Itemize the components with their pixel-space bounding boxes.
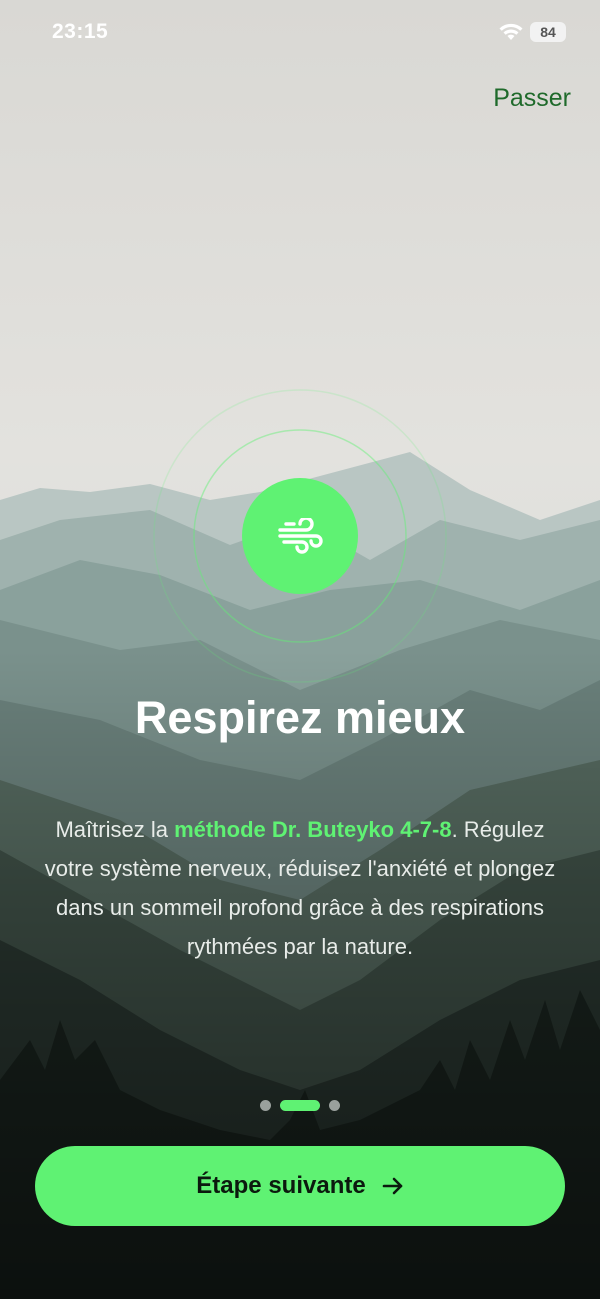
page-dot-2-active — [280, 1099, 320, 1111]
arrow-right-icon — [382, 1177, 403, 1195]
method-highlight: méthode Dr. Buteyko 4-7-8 — [174, 817, 452, 842]
next-step-label: Étape suivante — [196, 1172, 366, 1199]
page-dot-3 — [329, 1099, 340, 1111]
status-time: 23:15 — [52, 20, 109, 43]
page-dot-1 — [260, 1099, 271, 1111]
skip-button[interactable]: Passer — [493, 84, 571, 113]
battery-indicator: 84 — [530, 22, 566, 42]
page-title: Respirez mieux — [134, 692, 466, 743]
breath-icon-badge — [242, 478, 358, 594]
description-lead: Maîtrisez la — [55, 817, 175, 842]
wifi-icon — [499, 23, 523, 40]
description-text: Maîtrisez la méthode Dr. Buteyko 4-7-8. … — [40, 810, 560, 966]
next-step-button[interactable]: Étape suivante — [35, 1146, 565, 1226]
status-bar: 23:15 84 — [0, 0, 600, 66]
wind-icon — [278, 518, 323, 554]
page-indicator — [0, 1098, 600, 1112]
